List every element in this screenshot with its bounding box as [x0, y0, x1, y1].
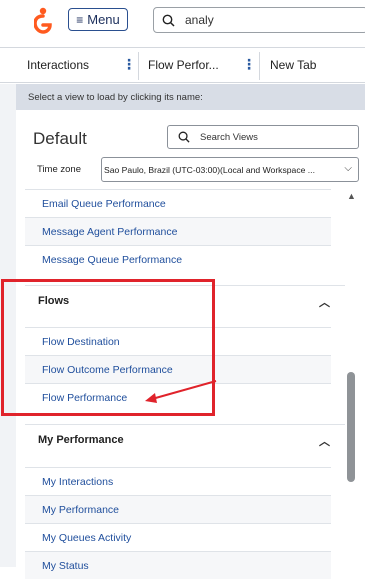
tab-divider: [138, 52, 139, 80]
hint-bar: Select a view to load by clicking its na…: [16, 84, 365, 110]
list-item-label: My Status: [42, 559, 89, 572]
scroll-up-arrow-icon[interactable]: ▲: [347, 191, 356, 201]
list-item[interactable]: My Interactions: [25, 467, 331, 495]
tab-interactions[interactable]: Interactions ⋮: [27, 48, 137, 82]
chevron-down-icon: ⌵: [344, 163, 352, 174]
more-vertical-icon[interactable]: ⋮: [242, 56, 256, 73]
scrollbar[interactable]: ▲: [345, 187, 357, 567]
list-item[interactable]: Message Agent Performance: [25, 217, 331, 245]
list-item-label: My Queues Activity: [42, 531, 132, 544]
tab-label: Interactions: [27, 58, 90, 72]
genesys-logo-icon[interactable]: [34, 7, 52, 35]
list-item[interactable]: My Status: [25, 551, 331, 579]
timezone-label: Time zone: [37, 164, 81, 175]
panel-title: Default: [33, 129, 87, 148]
global-search-input[interactable]: analy: [153, 7, 365, 33]
search-icon: [178, 131, 190, 143]
chevron-up-icon[interactable]: ︿: [319, 433, 330, 449]
hint-text: Select a view to load by clicking its na…: [28, 91, 203, 103]
section-my-performance[interactable]: My Performance ︿: [25, 424, 345, 454]
list-item-label: Email Queue Performance: [42, 197, 166, 210]
tab-flow-performance[interactable]: Flow Perfor... ⋮: [148, 48, 258, 82]
list-item[interactable]: Email Queue Performance: [25, 189, 331, 217]
scroll-thumb[interactable]: [347, 372, 355, 482]
hamburger-icon: ≡: [76, 12, 84, 27]
tab-divider: [259, 52, 260, 80]
list-item[interactable]: My Queues Activity: [25, 523, 331, 551]
top-bar: ≡ Menu analy: [0, 0, 365, 44]
search-views-input[interactable]: Search Views: [167, 125, 359, 149]
timezone-value: Sao Paulo, Brazil (UTC-03:00)(Local and …: [104, 164, 315, 175]
tab-label: Flow Perfor...: [148, 58, 219, 72]
search-views-placeholder: Search Views: [200, 131, 258, 143]
menu-label: Menu: [87, 12, 120, 27]
more-vertical-icon[interactable]: ⋮: [122, 56, 136, 73]
list-item-label: My Performance: [42, 503, 120, 516]
list-item-label: Message Agent Performance: [42, 225, 178, 238]
list-item[interactable]: My Performance: [25, 495, 331, 523]
list-item-label: Message Queue Performance: [42, 253, 183, 266]
timezone-select[interactable]: Sao Paulo, Brazil (UTC-03:00)(Local and …: [101, 157, 359, 182]
annotation-arrow-icon: [145, 380, 217, 403]
tab-new-tab[interactable]: New Tab: [270, 48, 365, 82]
tab-bar: Interactions ⋮ Flow Perfor... ⋮ New Tab: [0, 47, 365, 83]
search-icon: [162, 14, 175, 27]
section-title: My Performance: [38, 433, 124, 446]
global-search-value: analy: [185, 13, 214, 27]
list-item[interactable]: Message Queue Performance: [25, 245, 331, 273]
chevron-up-icon[interactable]: ︿: [319, 294, 330, 310]
list-item-label: My Interactions: [42, 475, 114, 488]
menu-button[interactable]: ≡ Menu: [68, 8, 128, 31]
tab-label: New Tab: [270, 58, 317, 72]
